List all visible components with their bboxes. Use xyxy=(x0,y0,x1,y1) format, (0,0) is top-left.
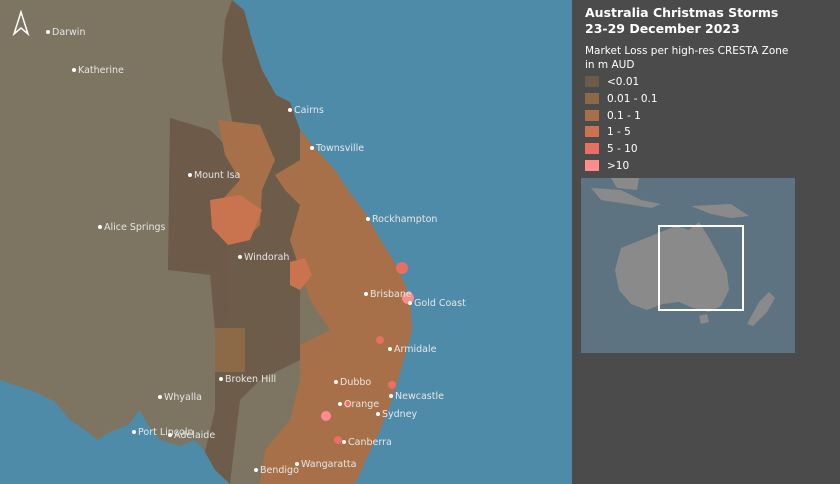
city-label: Dubbo xyxy=(340,377,371,388)
legend-swatch xyxy=(585,143,599,154)
city-marker xyxy=(295,462,299,466)
city-marker xyxy=(288,108,292,112)
city-marker xyxy=(98,225,102,229)
city-label: Cairns xyxy=(294,105,324,116)
legend-swatch xyxy=(585,126,599,137)
city-label: Katherine xyxy=(78,65,124,76)
city-label: Brisbane xyxy=(370,289,412,300)
city-label: Sydney xyxy=(382,409,418,420)
city-marker xyxy=(72,68,76,72)
legend-title: Market Loss per high-res CRESTA Zone in … xyxy=(585,44,788,72)
legend-swatch xyxy=(585,110,599,121)
city-marker xyxy=(408,301,412,305)
city-label: Darwin xyxy=(52,27,85,38)
city-label: Canberra xyxy=(348,437,392,448)
city-marker xyxy=(132,430,136,434)
city-marker xyxy=(168,433,172,437)
city-label: Adelaide xyxy=(174,430,215,441)
legend-swatch xyxy=(585,76,599,87)
legend-label: <0.01 xyxy=(607,76,640,88)
city-marker xyxy=(388,347,392,351)
legend-title-line2: in m AUD xyxy=(585,59,635,71)
loss-zone-broken-hill xyxy=(215,328,245,372)
city-label: Mount Isa xyxy=(194,170,240,181)
city-label: Gold Coast xyxy=(414,298,466,309)
legend-item: 0.01 - 0.1 xyxy=(585,92,658,106)
loss-spot-armidale xyxy=(376,336,384,344)
legend-item: <0.01 xyxy=(585,75,639,89)
legend-item: 0.1 - 1 xyxy=(585,109,641,123)
city-marker xyxy=(219,377,223,381)
city-marker xyxy=(334,380,338,384)
city-label: Newcastle xyxy=(395,391,444,402)
legend-title-line1: Market Loss per high-res CRESTA Zone xyxy=(585,45,789,57)
city-marker xyxy=(364,292,368,296)
city-label: Rockhampton xyxy=(372,214,437,225)
city-marker xyxy=(188,173,192,177)
city-label: Armidale xyxy=(394,344,437,355)
city-marker xyxy=(158,395,162,399)
city-label: Wangaratta xyxy=(301,459,356,470)
loss-spot-brisbane-north xyxy=(396,262,408,274)
legend-label: >10 xyxy=(607,160,630,172)
city-marker xyxy=(310,146,314,150)
loss-spot-canberra xyxy=(334,436,342,444)
city-marker xyxy=(338,402,342,406)
loss-spot-newcastle xyxy=(388,381,396,389)
storm-loss-map[interactable]: Darwin Katherine Cairns Townsville Mount Isa… xyxy=(0,0,572,484)
city-marker xyxy=(376,412,380,416)
city-label: Whyalla xyxy=(164,392,202,403)
legend-swatch xyxy=(585,93,599,104)
legend-item: 5 - 10 xyxy=(585,142,638,156)
city-marker xyxy=(254,468,258,472)
city-marker xyxy=(366,217,370,221)
city-marker xyxy=(46,30,50,34)
map-title: Australia Christmas Storms 23-29 Decembe… xyxy=(585,5,778,37)
city-marker xyxy=(238,255,242,259)
city-marker xyxy=(342,440,346,444)
legend-label: 5 - 10 xyxy=(607,143,638,155)
city-label: Windorah xyxy=(244,252,289,263)
legend-swatch xyxy=(585,160,599,171)
map-title-line2: 23-29 December 2023 xyxy=(585,21,740,36)
city-label: Broken Hill xyxy=(225,374,276,385)
city-label: Alice Springs xyxy=(104,222,166,233)
city-label: Townsville xyxy=(315,143,364,154)
legend-panel: Australia Christmas Storms 23-29 Decembe… xyxy=(572,0,840,484)
city-marker xyxy=(389,394,393,398)
legend-label: 1 - 5 xyxy=(607,126,631,138)
legend-label: 0.1 - 1 xyxy=(607,110,641,122)
city-label: Orange xyxy=(344,399,379,410)
legend-item: 1 - 5 xyxy=(585,125,631,139)
inset-overview-map xyxy=(581,178,795,353)
map-canvas: Darwin Katherine Cairns Townsville Mount Isa… xyxy=(0,0,572,484)
legend-item: >10 xyxy=(585,159,629,173)
map-title-line1: Australia Christmas Storms xyxy=(585,5,779,20)
city-label: Bendigo xyxy=(260,465,299,476)
legend-label: 0.01 - 0.1 xyxy=(607,93,658,105)
loss-spot-orange xyxy=(321,411,331,421)
